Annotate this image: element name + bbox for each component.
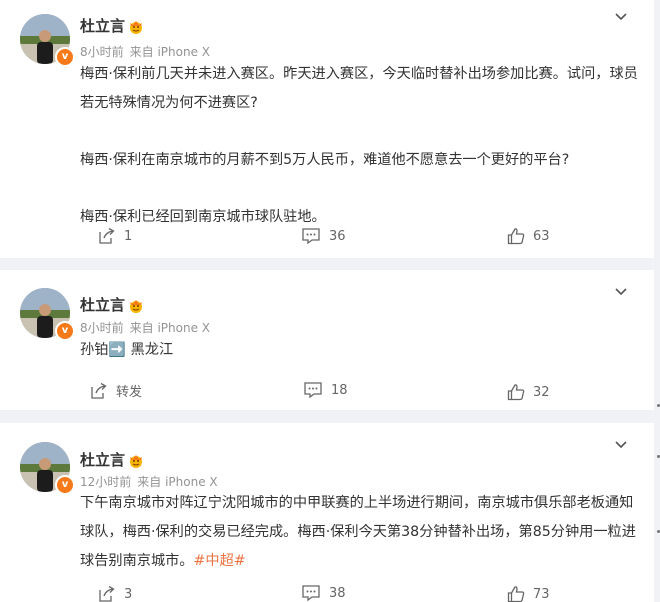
repost-icon: [99, 227, 115, 244]
post-text: 孙铂➡️ 黑龙江: [80, 336, 640, 365]
comment-button[interactable]: 36: [301, 227, 346, 245]
member-crown-icon: [130, 21, 142, 34]
comment-icon: [302, 585, 320, 602]
post-paragraph: 梅西·保利前几天并未进入赛区。昨天进入赛区，今天临时替补出场参加比赛。试问，球员…: [80, 66, 638, 111]
verified-badge: v: [55, 47, 75, 67]
like-count: 63: [533, 228, 550, 244]
repost-icon: [99, 585, 115, 602]
post-text: 梅西·保利前几天并未进入赛区。昨天进入赛区，今天临时替补出场参加比赛。试问，球员…: [80, 60, 640, 232]
like-button[interactable]: 73: [507, 585, 550, 602]
repost-label: 转发: [116, 385, 143, 400]
repost-button[interactable]: 1: [98, 227, 132, 245]
post-time[interactable]: 12小时前: [80, 475, 131, 489]
post-paragraph: 梅西·保利在南京城市的月薪不到5万人民币，难道他不愿意去一个更好的平台?: [80, 152, 570, 168]
post-text-start: 孙铂: [80, 342, 109, 358]
author-name[interactable]: 杜立言: [80, 295, 125, 315]
post-body: 下午南京城市对阵辽宁沈阳城市的中甲联赛的上半场进行期间，南京城市俱乐部老板通知球…: [80, 495, 636, 569]
author-name[interactable]: 杜立言: [80, 16, 125, 36]
comment-count: 18: [331, 382, 348, 398]
like-count: 32: [533, 384, 550, 400]
chevron-down-icon[interactable]: [614, 10, 628, 24]
like-button[interactable]: 63: [507, 227, 550, 245]
thumbs-up-icon: [507, 228, 525, 245]
like-button[interactable]: 32: [507, 383, 550, 401]
post-source: 来自 iPhone X: [129, 45, 210, 59]
repost-icon: [91, 382, 107, 399]
like-count: 73: [533, 586, 550, 602]
post-time[interactable]: 8小时前: [80, 321, 124, 335]
comment-count: 38: [329, 585, 346, 601]
member-crown-icon: [130, 455, 142, 468]
comment-icon: [304, 382, 322, 399]
member-crown-icon: [130, 300, 142, 313]
post-source: 来自 iPhone X: [137, 475, 218, 489]
repost-count: 1: [124, 228, 133, 244]
post-paragraph: 梅西·保利已经回到南京城市球队驻地。: [80, 209, 326, 225]
thumbs-up-icon: [507, 586, 525, 602]
repost-count: 3: [124, 586, 133, 602]
post-meta: 8小时前 来自 iPhone X: [80, 320, 216, 336]
post-card: v 杜立言 12小时前 来自 iPhone X 下午南京城市对阵辽宁沈阳城市的中甲…: [0, 423, 654, 602]
page-edge: [654, 0, 660, 602]
chevron-down-icon[interactable]: [614, 438, 628, 452]
repost-button[interactable]: 3: [98, 585, 132, 602]
chevron-down-icon[interactable]: [614, 285, 628, 299]
verified-badge: v: [55, 475, 75, 495]
thumbs-up-icon: [507, 384, 525, 401]
weibo-feed: v 杜立言 8小时前 来自 iPhone X 梅西·保利前几天并未进入赛区。昨天进…: [0, 0, 660, 602]
post-time[interactable]: 8小时前: [80, 45, 124, 59]
arrow-right-emoji: ➡️: [108, 342, 127, 358]
author-name[interactable]: 杜立言: [80, 450, 125, 470]
hashtag-link[interactable]: #中超#: [194, 553, 246, 569]
post-source: 来自 iPhone X: [129, 321, 210, 335]
comment-count: 36: [329, 228, 346, 244]
verified-badge: v: [55, 321, 75, 341]
post-meta: 12小时前 来自 iPhone X: [80, 474, 224, 490]
post-text: 下午南京城市对阵辽宁沈阳城市的中甲联赛的上半场进行期间，南京城市俱乐部老板通知球…: [80, 489, 640, 576]
post-text-end: 黑龙江: [126, 342, 174, 358]
repost-button[interactable]: 转发: [90, 381, 142, 400]
comment-button[interactable]: 38: [301, 584, 346, 602]
post-card: v 杜立言 8小时前 来自 iPhone X 梅西·保利前几天并未进入赛区。昨天进…: [0, 0, 654, 258]
post-meta: 8小时前 来自 iPhone X: [80, 44, 216, 60]
comment-button[interactable]: 18: [303, 381, 348, 399]
comment-icon: [302, 228, 320, 245]
post-card: v 杜立言 8小时前 来自 iPhone X 孙铂➡️ 黑龙江 转发 18 32: [0, 270, 654, 410]
